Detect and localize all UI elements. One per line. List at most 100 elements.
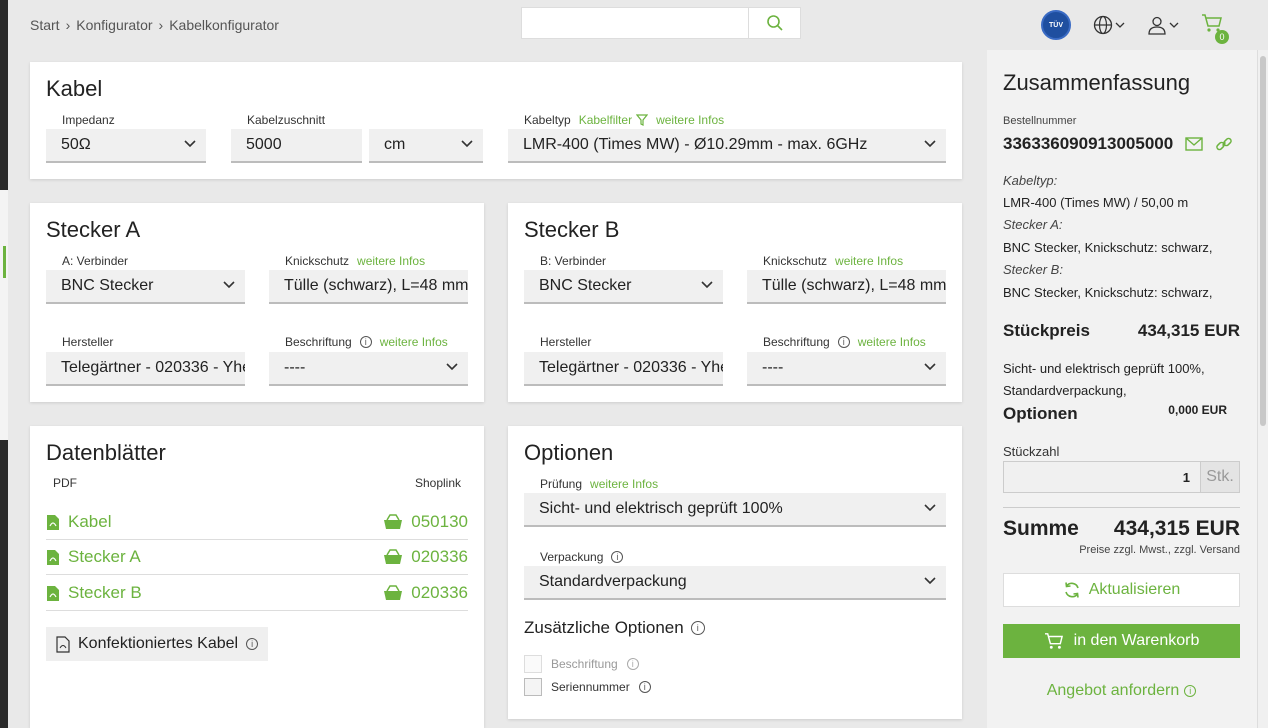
chevron-down-icon bbox=[924, 577, 936, 585]
shoplink-column-header: Shoplink bbox=[415, 476, 461, 490]
stecker-b-hersteller-select[interactable]: Telegärtner - 020336 - Yhe bbox=[524, 352, 723, 386]
stecker-b-beschriftung-infos-link[interactable]: weitere Infos bbox=[858, 335, 926, 349]
stecker-b-hersteller-value: Telegärtner - 020336 - Yhe bbox=[539, 359, 723, 376]
stecker-a-verbinder-label-text: A: Verbinder bbox=[62, 254, 129, 268]
shop-link-kabel[interactable]: 050130 bbox=[383, 512, 468, 532]
pdf-link-stecker-a[interactable]: Stecker A bbox=[46, 547, 141, 567]
kabelfilter-link[interactable]: Kabelfilter bbox=[579, 113, 649, 127]
add-to-cart-button[interactable]: in den Warenkorb bbox=[1003, 624, 1240, 658]
info-icon[interactable]: i bbox=[690, 621, 705, 635]
pruefung-select[interactable]: Sicht- und elektrisch geprüft 100% bbox=[524, 493, 946, 527]
stecker-b-hersteller-label: Hersteller bbox=[540, 335, 591, 349]
datenblaetter-card: Datenblätter PDF Shoplink Kabel 050130 S… bbox=[30, 426, 484, 728]
kabeltyp-select[interactable]: LMR-400 (Times MW) - Ø10.29mm - max. 6GH… bbox=[508, 129, 946, 163]
stecker-b-beschriftung-select[interactable]: ---- bbox=[747, 352, 946, 386]
stueckzahl-value: 1 bbox=[1182, 469, 1190, 485]
stecker-a-beschriftung-select[interactable]: ---- bbox=[269, 352, 468, 386]
shop-link-label: 020336 bbox=[411, 583, 468, 602]
summe-value: 434,315 EUR bbox=[1113, 517, 1240, 540]
stecker-b-knickschutz-value: Tülle (schwarz), L=48 mm bbox=[762, 277, 946, 294]
stecker-b-verbinder-select[interactable]: BNC Stecker bbox=[524, 270, 723, 304]
pdf-link-label: Kabel bbox=[68, 512, 112, 531]
stecker-b-knickschutz-select[interactable]: Tülle (schwarz), L=48 mm bbox=[747, 270, 946, 304]
info-icon[interactable]: i bbox=[611, 551, 624, 563]
zuschnitt-value: 5000 bbox=[246, 136, 282, 153]
pdf-column-header-text: PDF bbox=[53, 476, 77, 490]
kabel-title: Kabel bbox=[46, 76, 103, 101]
stueckzahl-input[interactable]: 1 bbox=[1003, 461, 1201, 493]
info-icon[interactable]: i bbox=[246, 638, 259, 650]
unit-value: cm bbox=[384, 136, 406, 153]
info-icon[interactable]: i bbox=[837, 336, 850, 348]
top-bar: Start › Konfigurator › Kabelkonfigurator… bbox=[8, 0, 1268, 50]
optionen-card: Optionen Prüfung weitere Infos Sicht- un… bbox=[508, 426, 962, 719]
pdf-link-kabel[interactable]: Kabel bbox=[46, 512, 111, 532]
angebot-anfordern-link[interactable]: Angebot anfordern i bbox=[1003, 682, 1240, 700]
breadcrumb-start[interactable]: Start bbox=[30, 17, 60, 33]
shop-link-label: 050130 bbox=[411, 512, 468, 531]
kabeltyp-infos-link[interactable]: weitere Infos bbox=[656, 113, 724, 127]
bestellnummer-value: 336336090913005000 bbox=[1003, 134, 1174, 153]
beschriftung-checkbox-label: Beschriftung bbox=[551, 657, 618, 671]
search-input[interactable] bbox=[522, 8, 748, 38]
checkbox-box[interactable] bbox=[524, 655, 542, 673]
chevron-down-icon bbox=[924, 140, 936, 148]
stecker-a-knickschutz-select[interactable]: Tülle (schwarz), L=48 mm bbox=[269, 270, 468, 304]
options-summary-line2: Standardverpackung, bbox=[1003, 383, 1127, 398]
aktualisieren-label: Aktualisieren bbox=[1088, 581, 1181, 598]
link-icon[interactable] bbox=[1215, 135, 1233, 153]
stecker-a-hersteller-select[interactable]: Telegärtner - 020336 - Yhe bbox=[46, 352, 245, 386]
stueckpreis-label: Stückpreis bbox=[1003, 321, 1090, 340]
beschriftung-checkbox[interactable]: Beschriftung i bbox=[524, 655, 639, 673]
stueckzahl-label: Stückzahl bbox=[1003, 444, 1060, 459]
pdf-file-icon bbox=[56, 635, 70, 653]
konfektioniertes-kabel-label: Konfektioniertes Kabel bbox=[78, 635, 239, 652]
scrollbar-thumb[interactable] bbox=[1260, 56, 1266, 426]
language-selector[interactable] bbox=[1093, 15, 1125, 35]
stecker-b-verbinder-label: B: Verbinder bbox=[540, 254, 606, 268]
stueckzahl-unit-text: Stk. bbox=[1206, 468, 1234, 485]
verpackung-select[interactable]: Standardverpackung bbox=[524, 566, 946, 600]
cart-button[interactable]: 0 bbox=[1201, 13, 1229, 44]
optionen-label: Optionen bbox=[1003, 404, 1078, 423]
stecker-a-knickschutz-label-text: Knickschutz bbox=[285, 254, 350, 268]
stecker-a-verbinder-select[interactable]: BNC Stecker bbox=[46, 270, 245, 304]
stecker-a-beschriftung-infos-link[interactable]: weitere Infos bbox=[380, 335, 448, 349]
cart-count-badge: 0 bbox=[1215, 29, 1229, 44]
stecker-b-summary-value: BNC Stecker, Knickschutz: schwarz, bbox=[1003, 285, 1213, 300]
search-button[interactable] bbox=[748, 8, 800, 38]
stecker-b-knickschutz-infos-link[interactable]: weitere Infos bbox=[835, 254, 903, 268]
zuschnitt-input[interactable]: 5000 bbox=[231, 129, 362, 163]
shop-link-stecker-b[interactable]: 020336 bbox=[383, 583, 468, 603]
stecker-b-knickschutz-label: Knickschutz weitere Infos bbox=[763, 254, 903, 268]
shop-link-stecker-a[interactable]: 020336 bbox=[383, 547, 468, 567]
seriennummer-checkbox[interactable]: Seriennummer i bbox=[524, 678, 651, 696]
pdf-link-label: Stecker B bbox=[68, 583, 142, 602]
stecker-a-summary-label: Stecker A: bbox=[1003, 217, 1063, 232]
info-icon[interactable]: i bbox=[359, 336, 372, 348]
optionen-title: Optionen bbox=[524, 440, 614, 465]
pdf-link-stecker-b[interactable]: Stecker B bbox=[46, 583, 142, 603]
chevron-down-icon bbox=[223, 281, 235, 289]
impedanz-select[interactable]: 50Ω bbox=[46, 129, 206, 163]
stecker-b-title: Stecker B bbox=[524, 217, 620, 242]
konfektioniertes-kabel-button[interactable]: Konfektioniertes Kabel i bbox=[46, 627, 269, 661]
mail-icon[interactable] bbox=[1185, 137, 1203, 151]
stecker-a-knickschutz-infos-link[interactable]: weitere Infos bbox=[357, 254, 425, 268]
summe-label: Summe bbox=[1003, 517, 1079, 540]
pruefung-infos-link[interactable]: weitere Infos bbox=[590, 477, 658, 491]
info-icon[interactable]: i bbox=[626, 658, 639, 670]
info-icon[interactable]: i bbox=[638, 681, 651, 693]
stecker-a-hersteller-label: Hersteller bbox=[62, 335, 113, 349]
breadcrumb-konfigurator[interactable]: Konfigurator bbox=[76, 17, 152, 33]
unit-select[interactable]: cm bbox=[369, 129, 483, 163]
summe-note: Preise zzgl. Mwst., zzgl. Versand bbox=[1079, 544, 1240, 556]
checkbox-box[interactable] bbox=[524, 678, 542, 696]
scrollbar[interactable] bbox=[1257, 50, 1268, 728]
tuv-seal-icon[interactable]: TÜV bbox=[1041, 10, 1071, 40]
account-menu[interactable] bbox=[1147, 15, 1179, 35]
aktualisieren-button[interactable]: Aktualisieren bbox=[1003, 573, 1240, 607]
refresh-icon bbox=[1064, 582, 1079, 598]
verpackung-label-text: Verpackung bbox=[540, 550, 604, 564]
bestellnummer-label: Bestellnummer bbox=[1003, 115, 1077, 127]
